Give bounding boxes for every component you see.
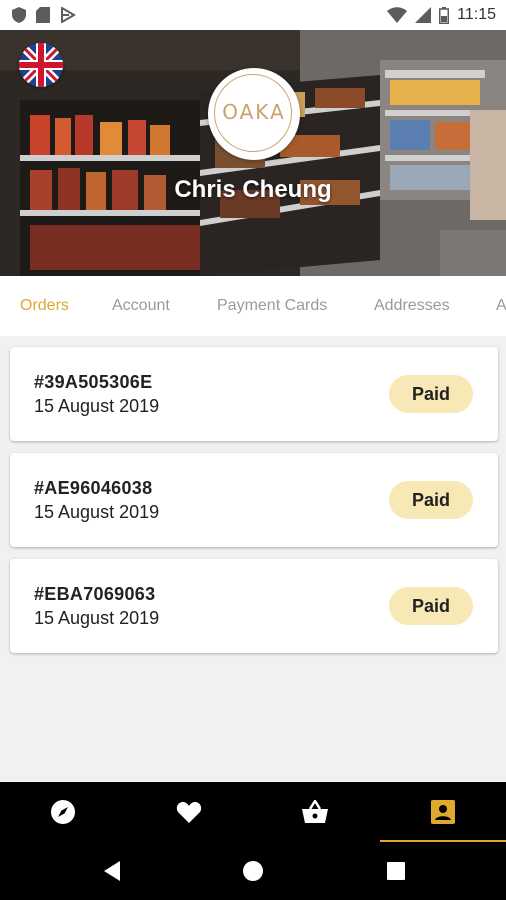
recents-square-icon xyxy=(387,862,405,880)
profile-tabs: Orders Account Payment Cards Addresses A xyxy=(0,276,506,336)
status-left xyxy=(0,7,76,23)
order-card[interactable]: #39A505306E 15 August 2019 Paid xyxy=(10,347,498,441)
order-card[interactable]: #EBA7069063 15 August 2019 Paid xyxy=(10,559,498,653)
heart-icon xyxy=(176,801,202,823)
order-id: #39A505306E xyxy=(34,372,153,392)
tab-account[interactable]: Account xyxy=(112,276,170,336)
order-date: 15 August 2019 xyxy=(34,608,160,628)
nav-explore[interactable] xyxy=(0,782,126,842)
status-bar: 11:15 xyxy=(0,0,506,30)
wifi-icon xyxy=(387,7,408,23)
status-time: 11:15 xyxy=(457,6,496,23)
uk-flag-icon xyxy=(19,43,63,87)
nav-favorites[interactable] xyxy=(126,782,252,842)
system-home-button[interactable] xyxy=(213,842,293,900)
tab-partial[interactable]: A xyxy=(496,276,506,336)
sd-card-icon xyxy=(36,7,50,23)
basket-icon xyxy=(302,800,328,823)
home-circle-icon xyxy=(243,861,263,881)
order-card[interactable]: #AE96046038 15 August 2019 Paid xyxy=(10,453,498,547)
user-name: Chris Cheung xyxy=(174,176,332,203)
order-date: 15 August 2019 xyxy=(34,502,160,522)
status-badge: Paid xyxy=(389,481,473,519)
store-logo: OAKA xyxy=(208,68,300,160)
bottom-navigation xyxy=(0,782,506,842)
profile-header: OAKA Chris Cheung xyxy=(0,30,506,276)
status-right: 11:15 xyxy=(387,6,506,24)
status-badge: Paid xyxy=(389,587,473,625)
tab-addresses[interactable]: Addresses xyxy=(374,276,450,336)
language-switch-button[interactable] xyxy=(19,43,63,87)
order-date: 15 August 2019 xyxy=(34,396,160,416)
signal-icon xyxy=(415,7,432,23)
tab-orders[interactable]: Orders xyxy=(20,276,69,336)
play-store-icon xyxy=(61,7,76,23)
shield-icon xyxy=(12,7,26,23)
nav-account[interactable] xyxy=(380,782,506,842)
order-id: #EBA7069063 xyxy=(34,584,156,604)
status-badge: Paid xyxy=(389,375,473,413)
logo-text: OAKA xyxy=(222,100,286,124)
nav-basket[interactable] xyxy=(252,782,378,842)
account-box-icon xyxy=(431,800,455,824)
tab-payment-cards[interactable]: Payment Cards xyxy=(217,276,327,336)
order-id: #AE96046038 xyxy=(34,478,153,498)
compass-icon xyxy=(51,800,75,824)
back-triangle-icon xyxy=(104,861,120,881)
system-back-button[interactable] xyxy=(72,842,152,900)
system-navigation-bar xyxy=(0,842,506,900)
system-recents-button[interactable] xyxy=(356,842,436,900)
battery-icon xyxy=(439,6,450,24)
